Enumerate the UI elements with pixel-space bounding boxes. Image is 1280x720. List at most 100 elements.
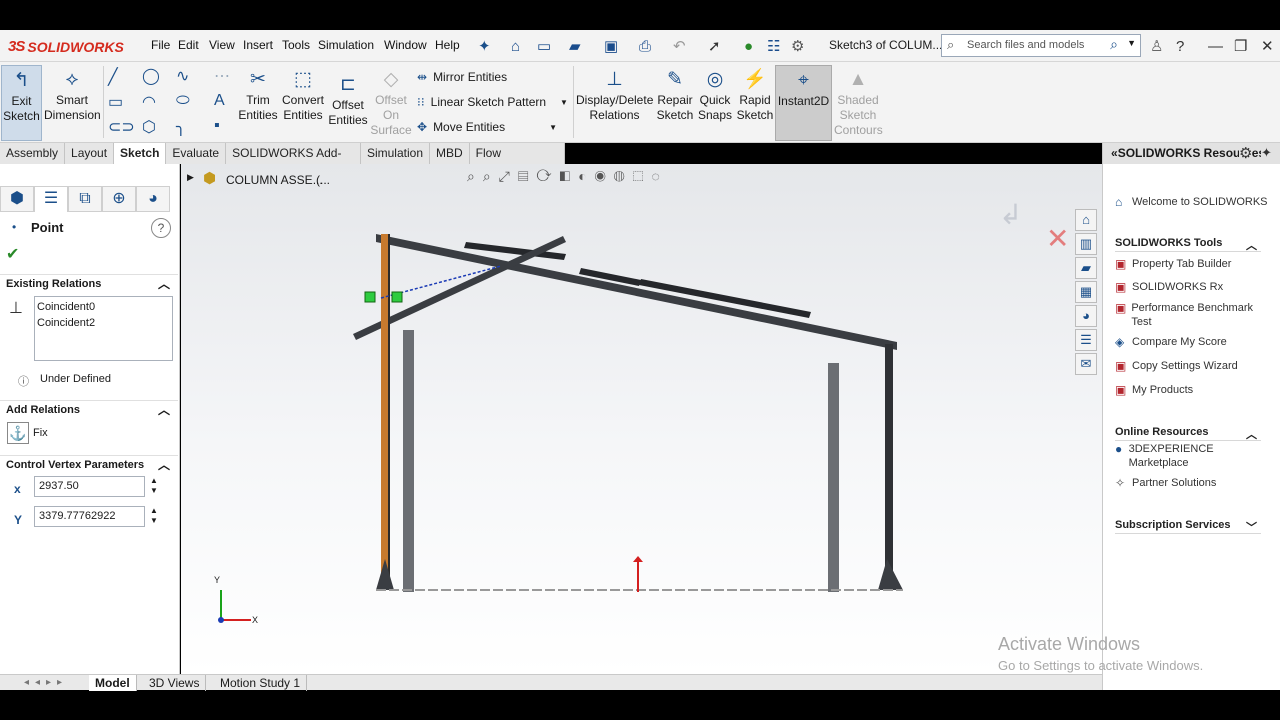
ok-check-icon[interactable]: ✔ <box>6 244 19 264</box>
tab-mbd[interactable]: MBD <box>430 143 470 164</box>
tab-flow-simulation[interactable]: Flow Simulation <box>470 143 565 181</box>
tab-model[interactable]: Model <box>89 675 137 691</box>
tab-simulation[interactable]: Simulation <box>361 143 430 164</box>
solidworks-logo[interactable]: 3S SOLIDWORKS <box>8 34 134 59</box>
search-dropdown-icon[interactable]: ▼ <box>1127 38 1136 48</box>
fix-relation-label[interactable]: Fix <box>33 427 48 439</box>
help-icon[interactable]: ? <box>1176 36 1184 56</box>
existing-relations-header[interactable]: Existing Relations ︿ <box>0 274 178 292</box>
spline-tool-icon[interactable]: ∿ <box>176 66 189 86</box>
expand-chevron-icon[interactable]: ﹀ <box>1246 519 1257 535</box>
property-manager-tab-icon[interactable]: ☰ <box>34 186 68 212</box>
tab-3d-views[interactable]: 3D Views <box>143 675 207 691</box>
repair-sketch-button[interactable]: ✎ Repair Sketch <box>654 65 696 123</box>
rectangle-tool-icon[interactable]: ▭ <box>108 92 123 112</box>
shaded-sketch-contours-button[interactable]: ▲ Shaded Sketch Contours <box>834 65 883 138</box>
collapse-chevron-icon[interactable]: ︿ <box>158 456 170 474</box>
rapid-sketch-button[interactable]: ⚡ Rapid Sketch <box>735 65 775 123</box>
view-palette-icon[interactable]: ▦ <box>1075 281 1097 303</box>
fix-anchor-icon[interactable]: ⚓ <box>7 422 29 444</box>
offset-on-surface-button[interactable]: ◇ Offset On Surface <box>370 65 412 138</box>
help-circle-icon[interactable]: ? <box>151 218 171 238</box>
menu-help[interactable]: Help <box>435 38 460 52</box>
existing-relations-list[interactable]: Coincident0 Coincident2 <box>34 296 173 361</box>
configuration-manager-tab-icon[interactable]: ⧉ <box>68 186 102 212</box>
search-files-input[interactable]: ⌕ Search files and models ⌕ ▼ <box>941 34 1141 57</box>
graphics-area[interactable]: ✕ ↲ ▶ ⬢ COLUMN ASSE... (... ⌕⌕⤢▤⟳◧◐◉◍⬚◌ … <box>181 164 1102 674</box>
rebuild-traffic-light-icon[interactable]: ● <box>744 36 753 56</box>
new-document-icon[interactable]: ▭ <box>537 36 551 56</box>
tab-solidworks-add-ins[interactable]: SOLIDWORKS Add-Ins <box>226 143 361 181</box>
pin-pane-icon[interactable]: ✦ <box>1261 145 1272 161</box>
welcome-link[interactable]: ⌂ Welcome to SOLIDWORKS <box>1115 195 1268 209</box>
tree-expand-icon[interactable]: ▶ <box>187 172 194 183</box>
solidworks-rx-link[interactable]: ▣ SOLIDWORKS Rx <box>1115 280 1223 294</box>
options-gear-icon[interactable]: ⚙ <box>1239 144 1253 162</box>
plane-tool-icon[interactable]: ▪ <box>214 117 220 135</box>
collapse-chevron-icon[interactable]: ︿ <box>1246 426 1257 442</box>
tools-section-header[interactable]: SOLIDWORKS Tools ︿ <box>1115 237 1261 252</box>
collapse-chevron-icon[interactable]: ︿ <box>158 401 170 419</box>
home-tab-icon[interactable]: ⌂ <box>1075 209 1097 231</box>
quick-snaps-button[interactable]: ◎ Quick Snaps <box>696 65 734 123</box>
list-item[interactable]: Coincident0 <box>37 299 170 315</box>
y-coordinate-field[interactable]: 3379.77762922 <box>34 506 145 527</box>
print-icon[interactable]: ⎙ <box>639 36 651 56</box>
fillet-tool-icon[interactable]: ╮ <box>176 117 186 137</box>
feature-manager-tab-icon[interactable]: ⬢ <box>0 186 34 212</box>
convert-entities-button[interactable]: ⬚ Convert Entities <box>280 65 326 123</box>
assembly-tree-label[interactable]: COLUMN ASSE... <box>226 173 323 187</box>
instant2d-button[interactable]: ⌖ Instant2D <box>775 65 832 141</box>
partner-solutions-link[interactable]: ✧ Partner Solutions <box>1115 476 1216 490</box>
property-tab-builder-link[interactable]: ▣ Property Tab Builder <box>1115 257 1231 271</box>
add-relations-header[interactable]: Add Relations ︿ <box>0 400 178 418</box>
menu-view[interactable]: View <box>209 38 235 52</box>
mirror-entities-button[interactable]: ⇹ Mirror Entities <box>417 70 507 84</box>
save-icon[interactable]: ▣ <box>604 36 618 56</box>
custom-properties-icon[interactable]: ☰ <box>1075 329 1097 351</box>
select-cursor-icon[interactable]: ➚ <box>708 36 721 56</box>
tab-scroll-arrows-icon[interactable]: ◂◂▸▸ <box>18 675 74 691</box>
tab-motion-study-1[interactable]: Motion Study 1 <box>214 675 308 691</box>
pin-icon[interactable]: ✦ <box>478 36 491 56</box>
menu-edit[interactable]: Edit <box>178 38 199 52</box>
trim-entities-button[interactable]: ✂ Trim Entities <box>236 65 280 123</box>
collapse-chevron-icon[interactable]: ︿ <box>1246 237 1257 253</box>
forum-icon[interactable]: ✉ <box>1075 353 1097 375</box>
menu-tools[interactable]: Tools <box>282 38 310 52</box>
polygon-tool-icon[interactable]: ⬡ <box>142 117 156 137</box>
menu-insert[interactable]: Insert <box>243 38 273 52</box>
search-icon[interactable]: ⌕ <box>1110 36 1118 53</box>
dimxpert-manager-tab-icon[interactable]: ⊕ <box>102 186 136 212</box>
minimize-window-icon[interactable]: — <box>1208 36 1223 56</box>
appearances-icon[interactable]: ◕ <box>1075 305 1097 327</box>
file-explorer-icon[interactable]: ▰ <box>1075 257 1097 279</box>
design-library-icon[interactable]: ▥ <box>1075 233 1097 255</box>
point-tool-icon[interactable]: ⋯ <box>214 66 230 86</box>
x-spinner-icon[interactable]: ▲ ▼ <box>150 476 158 496</box>
marketplace-link[interactable]: ● 3DEXPERIENCE Marketplace <box>1115 442 1235 470</box>
menu-simulation[interactable]: Simulation <box>318 38 374 52</box>
exit-sketch-button[interactable]: ↰ Exit Sketch <box>1 65 42 141</box>
y-spinner-icon[interactable]: ▲ ▼ <box>150 506 158 526</box>
pattern-dropdown-icon[interactable]: ▼ <box>560 98 568 107</box>
menu-file[interactable]: File <box>151 38 170 52</box>
list-item[interactable]: Coincident2 <box>37 315 170 331</box>
model-canvas[interactable]: ✕ ↲ <box>181 164 1102 674</box>
control-vertex-header[interactable]: Control Vertex Parameters ︿ <box>0 455 178 473</box>
resources-expand-icon[interactable]: « <box>1111 146 1118 160</box>
subscription-services-header[interactable]: Subscription Services ﹀ <box>1115 519 1261 534</box>
user-account-icon[interactable]: ♙ <box>1150 36 1163 56</box>
move-dropdown-icon[interactable]: ▼ <box>549 123 557 132</box>
slot-tool-icon[interactable]: ⊂⊃ <box>108 117 135 137</box>
my-products-link[interactable]: ▣ My Products <box>1115 383 1193 397</box>
home-icon[interactable]: ⌂ <box>511 36 520 56</box>
smart-dimension-button[interactable]: ⟡ Smart Dimension <box>44 65 101 123</box>
online-resources-header[interactable]: Online Resources ︿ <box>1115 426 1261 441</box>
close-window-icon[interactable]: ✕ <box>1261 36 1274 56</box>
ellipse-tool-icon[interactable]: ⬭ <box>176 92 190 110</box>
line-tool-icon[interactable]: ╱ <box>108 67 118 87</box>
menu-window[interactable]: Window <box>384 38 427 52</box>
compare-my-score-link[interactable]: ◈ Compare My Score <box>1115 335 1227 349</box>
circle-tool-icon[interactable]: ◯ <box>142 66 160 86</box>
